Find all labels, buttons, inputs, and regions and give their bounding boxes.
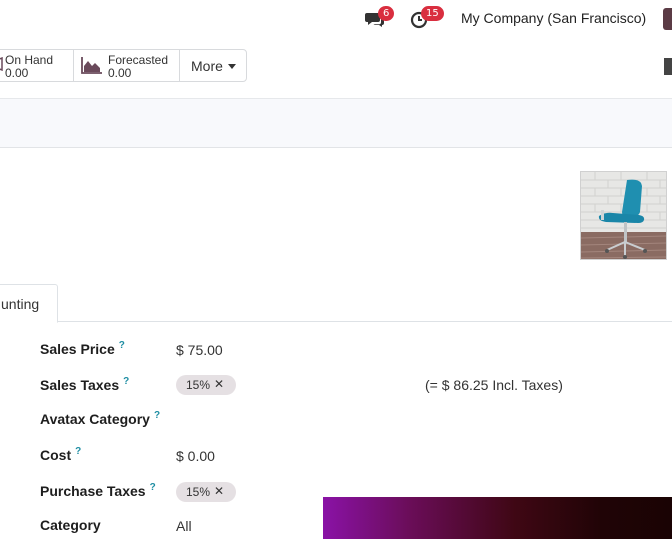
remove-tag-icon[interactable]: ✕ bbox=[214, 377, 224, 391]
help-icon[interactable]: ? bbox=[123, 376, 129, 387]
messages-badge: 6 bbox=[378, 6, 395, 21]
avatax-category-label: Avatax Category? bbox=[40, 410, 161, 427]
company-switcher[interactable]: My Company (San Francisco) bbox=[461, 10, 646, 26]
more-label: More bbox=[191, 58, 223, 74]
sales-tax-tag[interactable]: 15% ✕ bbox=[176, 375, 236, 395]
overlay-panel bbox=[323, 497, 672, 539]
incl-taxes-amount: (= $ 86.25 Incl. Taxes) bbox=[425, 377, 563, 393]
bookmark-icon[interactable] bbox=[664, 58, 672, 75]
cube-icon bbox=[0, 57, 3, 71]
tab-label: unting bbox=[1, 296, 40, 312]
cost-value[interactable]: $ 0.00 bbox=[176, 448, 215, 464]
category-value[interactable]: All bbox=[176, 518, 192, 534]
sales-taxes-label: Sales Taxes? bbox=[40, 376, 130, 393]
help-icon[interactable]: ? bbox=[150, 482, 156, 493]
purchase-tax-tag[interactable]: 15% ✕ bbox=[176, 482, 236, 502]
on-hand-label: On Hand bbox=[5, 53, 54, 67]
avatax-category-input[interactable] bbox=[176, 411, 416, 431]
top-navbar: 6 15 My Company (San Francisco) bbox=[0, 0, 672, 38]
product-image[interactable] bbox=[580, 171, 667, 260]
sales-price-value[interactable]: $ 75.00 bbox=[176, 342, 223, 358]
area-chart-icon bbox=[81, 57, 102, 74]
category-label: Category bbox=[40, 517, 101, 533]
help-icon[interactable]: ? bbox=[119, 340, 125, 351]
forecasted-value: 0.00 bbox=[108, 66, 132, 80]
on-hand-value: 0.00 bbox=[5, 66, 29, 80]
help-icon[interactable]: ? bbox=[154, 410, 160, 421]
forecasted-button[interactable]: Forecasted 0.00 bbox=[73, 49, 180, 82]
tag-label: 15% bbox=[186, 485, 211, 499]
sales-price-label: Sales Price? bbox=[40, 340, 125, 357]
caret-down-icon bbox=[228, 64, 236, 69]
tab-divider bbox=[0, 321, 672, 322]
cost-label: Cost? bbox=[40, 446, 82, 463]
tab-accounting[interactable]: unting bbox=[0, 284, 58, 323]
forecasted-label: Forecasted bbox=[108, 53, 169, 67]
avatar[interactable] bbox=[663, 8, 672, 30]
more-button[interactable]: More bbox=[179, 49, 247, 82]
remove-tag-icon[interactable]: ✕ bbox=[214, 484, 224, 498]
purchase-taxes-label: Purchase Taxes? bbox=[40, 482, 156, 499]
tag-label: 15% bbox=[186, 378, 211, 392]
on-hand-button[interactable]: On Hand 0.00 bbox=[0, 49, 74, 82]
activities-badge: 15 bbox=[421, 6, 444, 21]
status-band bbox=[0, 98, 672, 148]
smart-button-bar: On Hand 0.00 Forecasted 0.00 bbox=[0, 49, 672, 83]
help-icon[interactable]: ? bbox=[75, 446, 81, 457]
